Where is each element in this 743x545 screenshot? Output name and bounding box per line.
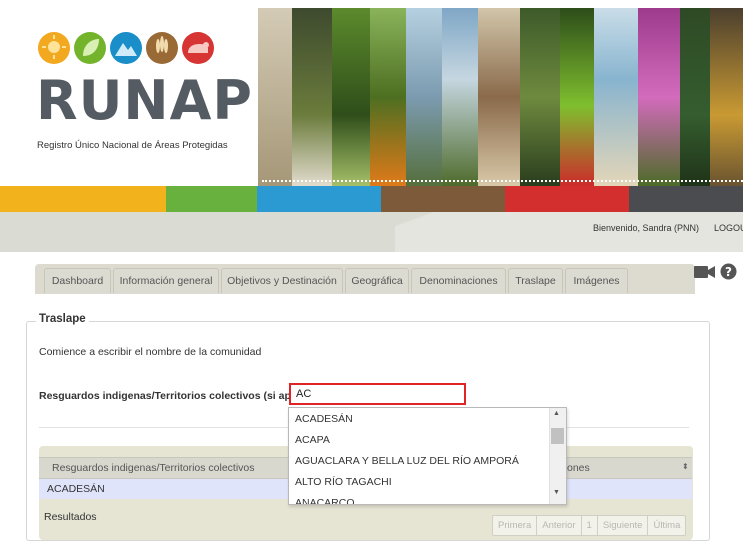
- resguardos-input[interactable]: [289, 383, 466, 405]
- bear-icon: [182, 32, 214, 64]
- tab-objetivos-destinacion[interactable]: Objetivos y Destinación: [221, 268, 343, 293]
- wheat-icon: [146, 32, 178, 64]
- tab-informacion-general[interactable]: Información general: [113, 268, 219, 293]
- resguardos-label: Resguardos indigenas/Territorios colecti…: [39, 390, 316, 402]
- pager-next-button[interactable]: Siguiente: [598, 516, 649, 535]
- autocomplete-option[interactable]: ACAPA: [295, 434, 330, 446]
- autocomplete-option[interactable]: AGUACLARA Y BELLA LUZ DEL RÍO AMPORÁ: [295, 455, 519, 467]
- autocomplete-dropdown: ACADESÁN ACAPA AGUACLARA Y BELLA LUZ DEL…: [288, 407, 567, 505]
- header-color-bar: [0, 186, 743, 212]
- pager: Primera Anterior 1 Siguiente Última: [492, 515, 687, 536]
- instruction-text: Comience a escribir el nombre de la comu…: [39, 346, 262, 358]
- color-segment-blue: [257, 186, 381, 212]
- banner-dotted-line: [262, 180, 743, 182]
- color-segment-dark: [629, 186, 743, 212]
- fieldset-legend: Traslape: [36, 313, 89, 325]
- logo-wordmark: RUNAP: [36, 69, 253, 132]
- scroll-down-arrow-icon[interactable]: ▼: [553, 489, 560, 496]
- autocomplete-option[interactable]: ANACARCO: [295, 497, 355, 504]
- welcome-text: Bienvenido, Sandra (PNN): [593, 223, 700, 233]
- column-header-second[interactable]: ones: [567, 462, 590, 474]
- tab-icons: ?: [694, 263, 742, 283]
- tab-traslape[interactable]: Traslape: [508, 268, 563, 293]
- results-label: Resultados: [44, 511, 97, 523]
- logo-subtitle: Registro Único Nacional de Áreas Protegi…: [37, 140, 228, 151]
- tab-geografica[interactable]: Geográfica: [345, 268, 409, 293]
- dropdown-scroll-thumb[interactable]: [551, 428, 564, 444]
- runap-logo: RUNAP Registro Único Nacional de Áreas P…: [30, 28, 253, 158]
- pager-previous-button[interactable]: Anterior: [537, 516, 582, 535]
- table-cell: ACADESÁN: [47, 483, 105, 495]
- help-icon[interactable]: ?: [720, 263, 737, 285]
- autocomplete-option[interactable]: ALTO RÍO TAGACHI: [295, 476, 392, 488]
- color-segment-red: [505, 186, 629, 212]
- logout-link[interactable]: LOGOUT: [714, 223, 743, 233]
- header-banner-image: [258, 8, 743, 186]
- autocomplete-option[interactable]: ACADESÁN: [295, 413, 353, 425]
- leaf-icon: [74, 32, 106, 64]
- svg-text:?: ?: [725, 265, 732, 279]
- tab-dashboard[interactable]: Dashboard: [44, 268, 111, 293]
- color-segment-green: [166, 186, 257, 212]
- video-camera-icon[interactable]: [694, 265, 716, 284]
- column-header-resguardos[interactable]: Resguardos indigenas/Territorios colecti…: [52, 462, 255, 474]
- color-segment-yellow: [0, 186, 166, 212]
- sort-icon[interactable]: ⬍: [682, 462, 689, 471]
- pager-last-button[interactable]: Última: [648, 516, 685, 535]
- tab-imagenes[interactable]: Imágenes: [565, 268, 628, 293]
- sun-icon: [38, 32, 70, 64]
- color-segment-brown: [381, 186, 505, 212]
- tab-denominaciones[interactable]: Denominaciones: [411, 268, 506, 293]
- scroll-up-arrow-icon[interactable]: ▲: [553, 410, 560, 417]
- pager-first-button[interactable]: Primera: [493, 516, 538, 535]
- mountain-icon: [110, 32, 142, 64]
- pager-page-number[interactable]: 1: [582, 516, 598, 535]
